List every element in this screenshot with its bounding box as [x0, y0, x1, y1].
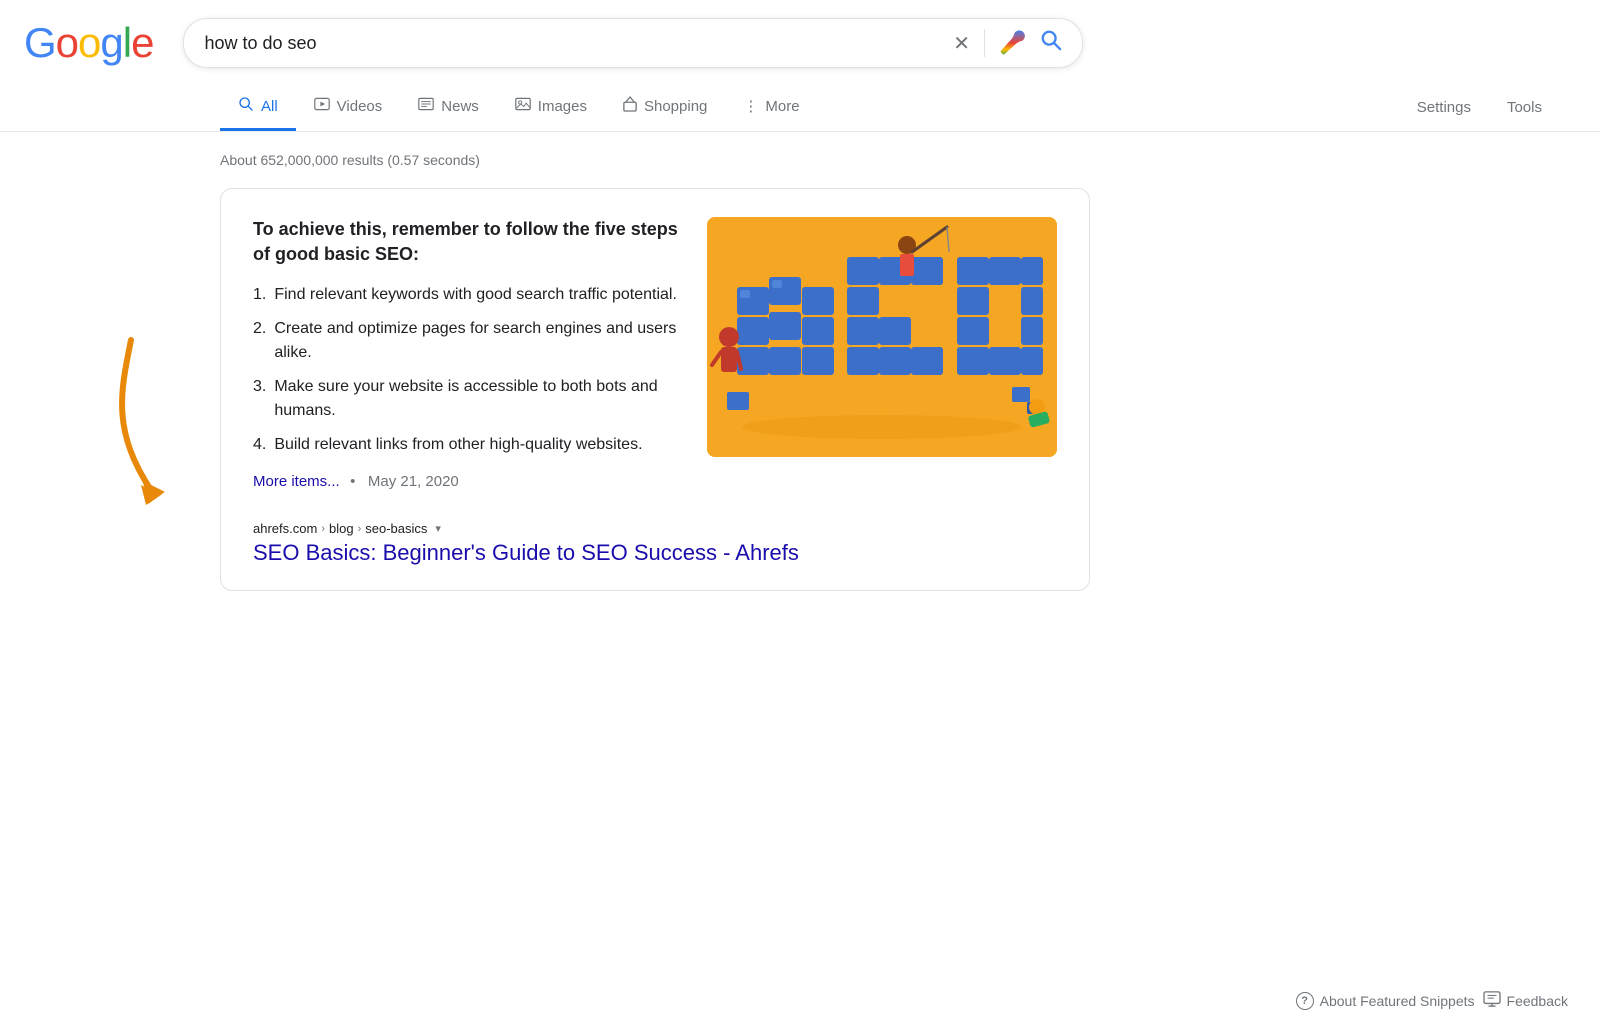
list-item: 3. Make sure your website is accessible …	[253, 375, 683, 423]
list-item: 2. Create and optimize pages for search …	[253, 317, 683, 365]
shopping-icon	[623, 96, 637, 116]
mic-icon[interactable]: 🎤	[999, 30, 1026, 56]
search-icon[interactable]	[1040, 29, 1062, 57]
tab-videos-label: Videos	[337, 98, 383, 115]
list-number-3: 3.	[253, 375, 266, 423]
all-icon	[238, 96, 254, 116]
tab-shopping-label: Shopping	[644, 98, 707, 115]
tab-more[interactable]: ⋮ More	[725, 83, 817, 130]
list-item: 1. Find relevant keywords with good sear…	[253, 283, 683, 307]
arrow-annotation	[101, 330, 251, 510]
result-title-link[interactable]: SEO Basics: Beginner's Guide to SEO Succ…	[253, 540, 799, 565]
list-text-3: Make sure your website is accessible to …	[274, 375, 683, 423]
logo-l: l	[123, 19, 131, 67]
list-number-2: 2.	[253, 317, 266, 365]
google-logo: Google	[24, 19, 153, 67]
tab-news[interactable]: News	[400, 83, 497, 130]
feedback-label: Feedback	[1507, 993, 1568, 1009]
featured-snippet: To achieve this, remember to follow the …	[220, 188, 1090, 591]
breadcrumb-sep1: ›	[321, 523, 325, 535]
snippet-text: To achieve this, remember to follow the …	[253, 217, 683, 491]
logo-o2: o	[78, 19, 100, 67]
list-text-1: Find relevant keywords with good search …	[274, 283, 677, 307]
more-icon: ⋮	[743, 97, 758, 115]
about-snippets-label: About Featured Snippets	[1320, 993, 1475, 1009]
breadcrumb-sep2: ›	[358, 523, 362, 535]
nav-right: Settings Tools	[1399, 85, 1600, 128]
tab-images-label: Images	[538, 98, 587, 115]
list-text-4: Build relevant links from other high-qua…	[274, 433, 642, 457]
seo-svg	[707, 217, 1057, 457]
videos-icon	[314, 97, 330, 115]
list-number-4: 4.	[253, 433, 266, 457]
divider	[984, 29, 985, 57]
breadcrumb-dropdown-icon[interactable]: ▾	[435, 522, 441, 535]
snippet-list: 1. Find relevant keywords with good sear…	[253, 283, 683, 457]
nav-tabs: All Videos News I	[0, 78, 1600, 132]
settings-link[interactable]: Settings	[1399, 85, 1489, 128]
list-number-1: 1.	[253, 283, 266, 307]
search-input[interactable]	[204, 33, 941, 54]
more-items-link[interactable]: More items...	[253, 473, 340, 490]
logo-o1: o	[56, 19, 78, 67]
feedback-button[interactable]: Feedback	[1483, 991, 1568, 1011]
breadcrumb-path1: blog	[329, 521, 354, 536]
breadcrumb-domain: ahrefs.com	[253, 521, 317, 536]
list-text-2: Create and optimize pages for search eng…	[274, 317, 683, 365]
snippet-date: May 21, 2020	[368, 473, 459, 490]
tab-videos[interactable]: Videos	[296, 83, 401, 130]
tab-images[interactable]: Images	[497, 83, 605, 130]
header: Google ✕ 🎤	[0, 0, 1600, 78]
results-count: About 652,000,000 results (0.57 seconds)	[220, 152, 1200, 168]
snippet-image	[707, 217, 1057, 457]
tab-news-label: News	[441, 98, 479, 115]
results-area: About 652,000,000 results (0.57 seconds)…	[0, 132, 1200, 591]
breadcrumb-path2: seo-basics	[365, 521, 427, 536]
bottom-bar: ? About Featured Snippets Feedback	[1264, 975, 1600, 1027]
logo-e: e	[131, 19, 153, 67]
clear-icon[interactable]: ✕	[953, 31, 970, 56]
tools-link[interactable]: Tools	[1489, 85, 1560, 128]
search-icons: ✕ 🎤	[953, 29, 1062, 57]
breadcrumb: ahrefs.com › blog › seo-basics ▾	[253, 521, 1057, 536]
news-icon	[418, 97, 434, 115]
help-icon: ?	[1296, 992, 1314, 1010]
snippet-source: ahrefs.com › blog › seo-basics ▾ SEO Bas…	[253, 509, 1057, 566]
logo-g2: g	[100, 19, 122, 67]
list-item: 4. Build relevant links from other high-…	[253, 433, 683, 457]
tab-more-label: More	[765, 98, 799, 115]
search-bar: ✕ 🎤	[183, 18, 1083, 68]
about-snippets-link[interactable]: ? About Featured Snippets	[1296, 992, 1475, 1010]
tab-shopping[interactable]: Shopping	[605, 82, 725, 131]
tab-all-label: All	[261, 98, 278, 115]
snippet-title: To achieve this, remember to follow the …	[253, 217, 683, 267]
feedback-icon	[1483, 991, 1501, 1011]
images-icon	[515, 97, 531, 115]
snippet-footer: More items... • May 21, 2020	[253, 473, 683, 491]
tab-all[interactable]: All	[220, 82, 296, 131]
snippet-content: To achieve this, remember to follow the …	[253, 217, 1057, 491]
logo-g: G	[24, 19, 56, 67]
